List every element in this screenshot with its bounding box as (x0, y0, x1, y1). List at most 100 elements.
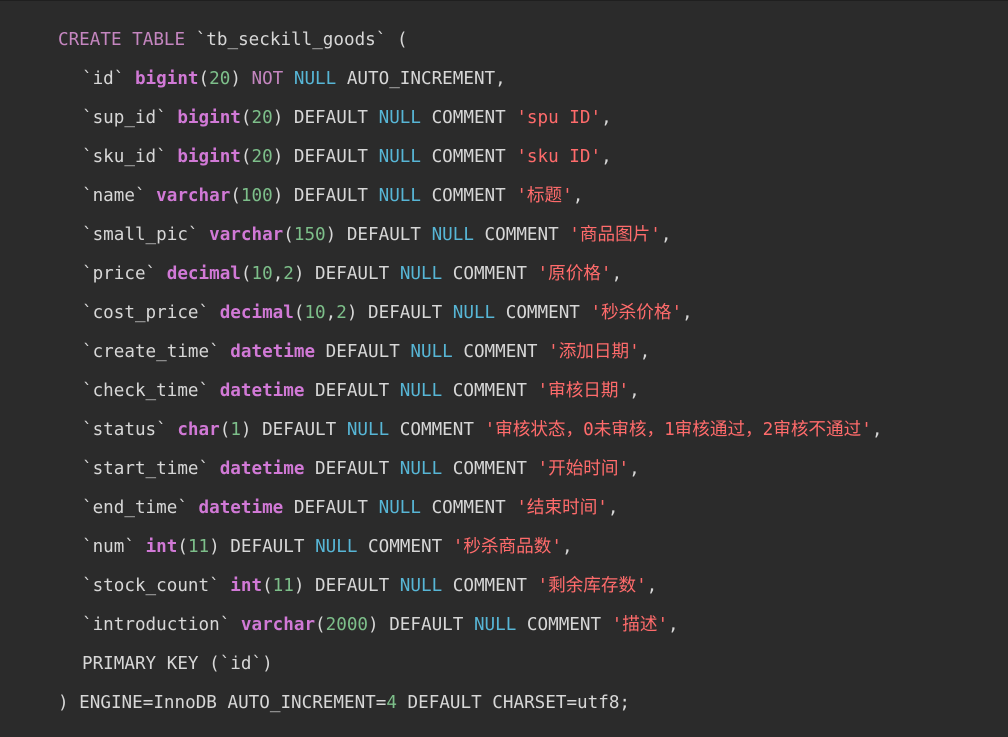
sql-text: ( (315, 615, 326, 635)
code-line: `check_time` datetime DEFAULT NULL COMME… (0, 372, 1008, 411)
sql-text: COMMENT (421, 186, 517, 206)
sql-null: NULL (399, 264, 443, 284)
sql-string: '添加日期' (548, 342, 640, 362)
sql-type: char (177, 420, 220, 440)
sql-text: ) DEFAULT (293, 264, 400, 284)
sql-string: '商品图片' (569, 225, 661, 245)
code-line: `name` varchar(100) DEFAULT NULL COMMENT… (0, 177, 1008, 216)
sql-string: '审核日期' (537, 381, 630, 401)
sql-text: `check_time` (82, 381, 220, 401)
sql-string: '秒杀价格' (590, 303, 683, 323)
sql-text: `name` (82, 186, 157, 206)
sql-text: ) ENGINE=InnoDB AUTO_INCREMENT= (58, 693, 387, 713)
sql-text: `id` (82, 69, 135, 89)
sql-text: DEFAULT (315, 342, 411, 362)
sql-text: , (601, 108, 612, 128)
sql-number: 11 (187, 537, 210, 557)
sql-string: '标题' (516, 186, 573, 206)
sql-type: datetime (230, 342, 316, 362)
code-line: ) ENGINE=InnoDB AUTO_INCREMENT=4 DEFAULT… (0, 684, 1008, 723)
sql-null: NULL (346, 420, 390, 440)
sql-text: ( (177, 537, 188, 557)
sql-text: `num` (82, 537, 146, 557)
sql-null: NULL (378, 186, 421, 206)
sql-null: NULL (293, 69, 337, 89)
sql-text: , (325, 303, 337, 323)
sql-text: `small_pic` (82, 225, 210, 245)
sql-type: varchar (156, 186, 231, 206)
sql-text: ) DEFAULT (272, 108, 379, 128)
sql-null: NULL (452, 303, 496, 323)
code-line: `num` int(11) DEFAULT NULL COMMENT '秒杀商品… (0, 528, 1008, 567)
sql-string: '秒杀商品数' (452, 537, 562, 557)
sql-text: , (561, 537, 573, 557)
sql-text: ( (283, 225, 294, 245)
sql-text: , (611, 264, 623, 284)
sql-null: NULL (399, 459, 443, 479)
sql-text: `sku_id` (82, 147, 178, 167)
code-line: `create_time` datetime DEFAULT NULL COMM… (0, 333, 1008, 372)
sql-text: DEFAULT (283, 498, 379, 518)
code-line: CREATE TABLE `tb_seckill_goods` ( (0, 21, 1008, 60)
sql-text: COMMENT (452, 342, 549, 362)
sql-type: varchar (209, 225, 284, 245)
sql-type: decimal (219, 303, 294, 323)
sql-text: ( (240, 108, 252, 128)
sql-text: , (639, 342, 651, 362)
sql-string: '开始时间' (537, 459, 630, 479)
sql-text: ) DEFAULT (209, 537, 316, 557)
sql-text: COMMENT (421, 147, 517, 167)
sql-number: 20 (209, 69, 231, 89)
sql-string: '结束时间' (516, 498, 608, 518)
sql-null: NULL (399, 381, 443, 401)
sql-text: `introduction` (82, 615, 241, 635)
sql-text: , (668, 615, 679, 635)
sql-string: 'spu ID' (516, 108, 602, 128)
sql-number: 10 (251, 264, 273, 284)
sql-text: COMMENT (442, 264, 538, 284)
sql-text: COMMENT (516, 615, 612, 635)
code-line: `cost_price` decimal(10,2) DEFAULT NULL … (0, 294, 1008, 333)
sql-text: ) (230, 69, 252, 89)
sql-type: datetime (198, 498, 284, 518)
sql-type: int (145, 537, 178, 557)
sql-number: 11 (272, 576, 294, 596)
sql-text: ) DEFAULT (240, 420, 347, 440)
code-line: `stock_count` int(11) DEFAULT NULL COMME… (0, 567, 1008, 606)
sql-type: datetime (219, 459, 305, 479)
sql-text: AUTO_INCREMENT, (336, 69, 506, 89)
sql-text: ( (240, 264, 252, 284)
sql-keyword: NOT (251, 69, 284, 89)
sql-text: COMMENT (473, 225, 570, 245)
sql-null: NULL (399, 576, 443, 596)
sql-text: `end_time` (82, 498, 199, 518)
sql-keyword: CREATE TABLE (58, 30, 186, 50)
sql-type: datetime (219, 381, 305, 401)
sql-text: COMMENT (442, 381, 538, 401)
code-editor[interactable]: CREATE TABLE `tb_seckill_goods` (`id` bi… (0, 0, 1008, 737)
sql-text: PRIMARY KEY (`id`) (82, 654, 273, 674)
sql-text: , (871, 420, 883, 440)
sql-number: 100 (240, 186, 273, 206)
sql-text: COMMENT (357, 537, 453, 557)
sql-type: bigint (177, 147, 241, 167)
sql-text: ( (230, 186, 241, 206)
sql-text: ) DEFAULT (325, 225, 432, 245)
sql-text: DEFAULT CHARSET=utf8; (396, 693, 631, 713)
sql-text: `cost_price` (82, 303, 220, 323)
sql-text: ) DEFAULT (368, 615, 474, 635)
sql-number: 2 (336, 303, 347, 323)
sql-text: , (629, 459, 640, 479)
sql-null: NULL (315, 537, 358, 557)
sql-text: , (660, 225, 672, 245)
sql-text: COMMENT (442, 459, 538, 479)
sql-text: , (646, 576, 658, 596)
sql-string: '原价格' (537, 264, 612, 284)
sql-string: 'sku ID' (516, 147, 602, 167)
sql-text: , (572, 186, 584, 206)
sql-null: NULL (473, 615, 517, 635)
sql-number: 2 (283, 264, 294, 284)
sql-number: 150 (293, 225, 326, 245)
code-line: `sku_id` bigint(20) DEFAULT NULL COMMENT… (0, 138, 1008, 177)
code-line: `id` bigint(20) NOT NULL AUTO_INCREMENT, (0, 60, 1008, 99)
